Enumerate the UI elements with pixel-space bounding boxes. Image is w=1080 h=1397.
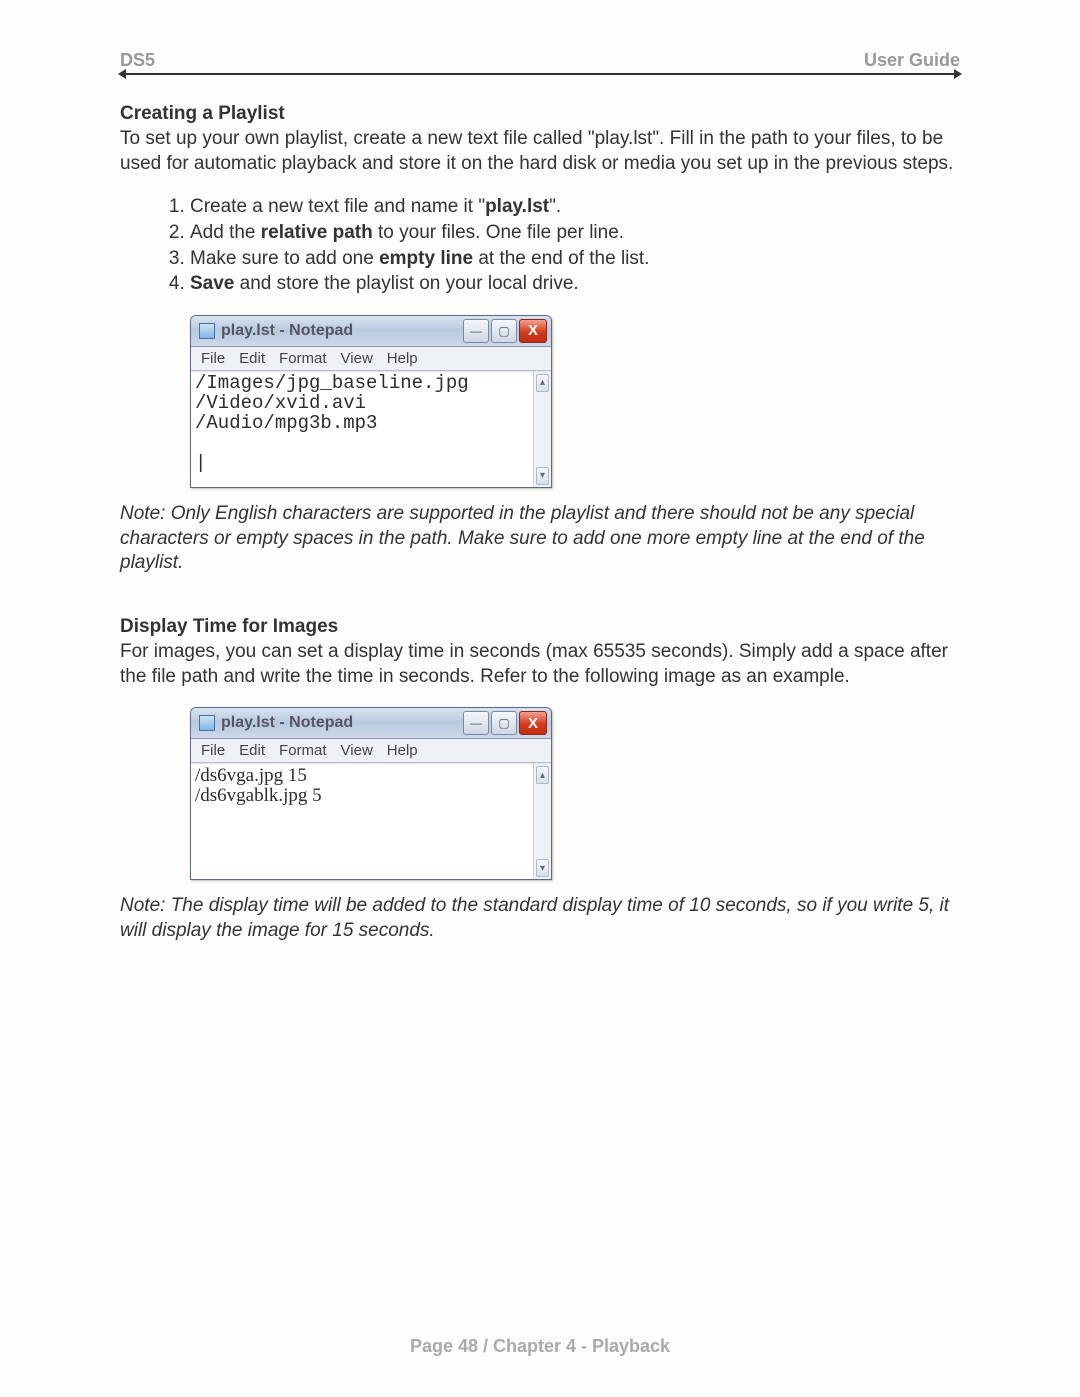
playlist-steps: Create a new text file and name it "play… (120, 194, 960, 297)
step-2: Add the relative path to your files. One… (190, 220, 960, 246)
notepad-window-2: play.lst - Notepad — ▢ X File Edit Forma… (190, 707, 552, 880)
notepad-icon (199, 323, 215, 339)
maximize-button[interactable]: ▢ (491, 711, 517, 735)
page: DS5 User Guide Creating a Playlist To se… (0, 0, 1080, 1397)
note-1: Note: Only English characters are suppor… (120, 502, 960, 576)
intro-paragraph-1: To set up your own playlist, create a ne… (120, 127, 960, 176)
menu-help[interactable]: Help (387, 742, 418, 759)
header-rule (120, 73, 960, 75)
notepad-icon (199, 715, 215, 731)
textarea-wrap: /Images/jpg_baseline.jpg /Video/xvid.avi… (191, 371, 551, 487)
menu-file[interactable]: File (201, 350, 225, 367)
menubar: File Edit Format View Help (191, 739, 551, 763)
menu-edit[interactable]: Edit (239, 350, 265, 367)
scrollbar[interactable]: ▴ ▾ (533, 764, 551, 879)
minimize-button[interactable]: — (463, 711, 489, 735)
header-left: DS5 (120, 50, 155, 71)
scroll-down-icon[interactable]: ▾ (536, 467, 549, 485)
notepad-text-content-2[interactable]: /ds6vga.jpg 15 /ds6vgablk.jpg 5 (191, 764, 533, 879)
titlebar[interactable]: play.lst - Notepad — ▢ X (191, 316, 551, 347)
scroll-up-icon[interactable]: ▴ (536, 374, 549, 392)
menu-file[interactable]: File (201, 742, 225, 759)
window-title: play.lst - Notepad (221, 322, 463, 340)
scroll-up-icon[interactable]: ▴ (536, 766, 549, 784)
window-buttons: — ▢ X (463, 319, 547, 343)
menu-format[interactable]: Format (279, 350, 327, 367)
notepad-text-content-1[interactable]: /Images/jpg_baseline.jpg /Video/xvid.avi… (191, 372, 533, 487)
header-right: User Guide (864, 50, 960, 71)
menu-help[interactable]: Help (387, 350, 418, 367)
step-3: Make sure to add one empty line at the e… (190, 246, 960, 272)
page-header: DS5 User Guide (120, 50, 960, 71)
page-footer: Page 48 / Chapter 4 - Playback (0, 1336, 1080, 1357)
intro-paragraph-2: For images, you can set a display time i… (120, 640, 960, 689)
titlebar[interactable]: play.lst - Notepad — ▢ X (191, 708, 551, 739)
section-title-display-time: Display Time for Images (120, 616, 960, 638)
note-2: Note: The display time will be added to … (120, 894, 960, 943)
scroll-down-icon[interactable]: ▾ (536, 859, 549, 877)
scrollbar[interactable]: ▴ ▾ (533, 372, 551, 487)
menu-view[interactable]: View (341, 350, 373, 367)
menu-view[interactable]: View (341, 742, 373, 759)
section-title-creating-playlist: Creating a Playlist (120, 103, 960, 125)
notepad-window-1: play.lst - Notepad — ▢ X File Edit Forma… (190, 315, 552, 488)
menu-edit[interactable]: Edit (239, 742, 265, 759)
maximize-button[interactable]: ▢ (491, 319, 517, 343)
minimize-button[interactable]: — (463, 319, 489, 343)
menu-format[interactable]: Format (279, 742, 327, 759)
window-title: play.lst - Notepad (221, 714, 463, 732)
window-buttons: — ▢ X (463, 711, 547, 735)
step-1: Create a new text file and name it "play… (190, 194, 960, 220)
close-button[interactable]: X (519, 711, 547, 735)
textarea-wrap: /ds6vga.jpg 15 /ds6vgablk.jpg 5 ▴ ▾ (191, 763, 551, 879)
step-4: Save and store the playlist on your loca… (190, 271, 960, 297)
menubar: File Edit Format View Help (191, 347, 551, 371)
close-button[interactable]: X (519, 319, 547, 343)
